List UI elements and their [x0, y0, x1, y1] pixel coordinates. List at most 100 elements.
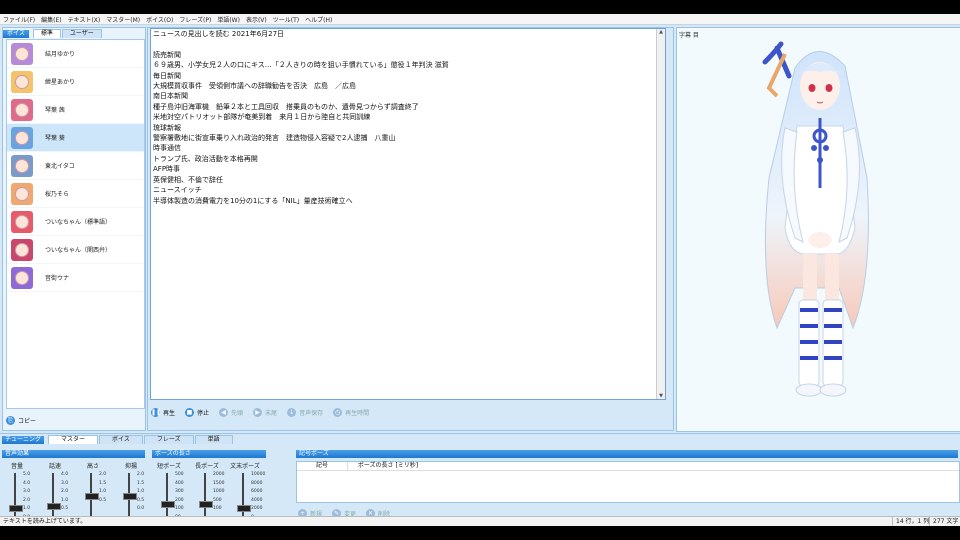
slider-tick: 6000: [251, 489, 263, 495]
menu-item-7[interactable]: 表示(V): [243, 15, 270, 24]
tab-user[interactable]: ユーザー: [61, 29, 102, 38]
play-button-4[interactable]: ↓ 音声保存: [287, 407, 323, 417]
editor-line: 読売新聞: [153, 50, 181, 59]
menu-item-1[interactable]: 編集(E): [38, 15, 64, 24]
avatar: [11, 238, 33, 261]
menu-item-5[interactable]: フレーズ(P): [176, 15, 214, 24]
slider-tick: 0.0: [137, 506, 145, 512]
slider-tick: 1000: [213, 489, 225, 495]
slider-5[interactable]: 長ポーズ 2000 1500 1000 500 100: [192, 461, 224, 519]
text-editor[interactable]: ▲ ▼ ニュースの見出しを読む 2021年6月27日 読売新聞 ６９歳男、小学女児…: [150, 28, 666, 400]
voice-name: 桜乃そら: [45, 191, 70, 198]
cursor-position: 14 行，1 列: [892, 517, 929, 526]
tab-voice[interactable]: ボイス: [99, 435, 143, 444]
slider-thumb[interactable]: [237, 505, 251, 512]
slider-tick: 1.5: [137, 480, 145, 486]
play-button-5[interactable]: ◷ 再生時間: [333, 407, 369, 417]
symbol-pause-columns: 記号 ポーズの長さ [ミリ秒]: [297, 462, 959, 471]
menu-item-8[interactable]: ツール(T): [270, 15, 302, 24]
voice-item[interactable]: 紲星あかり: [7, 68, 144, 96]
voice-item[interactable]: 音街ウナ: [7, 264, 144, 292]
avatar-face: [15, 214, 29, 229]
clock-icon: ◷: [333, 407, 343, 417]
slider-6[interactable]: 文末ポーズ1000080006000400020000: [230, 461, 265, 520]
slider-ticks: 1000080006000400020000: [251, 471, 265, 523]
slider-3[interactable]: 抑揚 2.0 1.5 1.0 0.5 0.0: [116, 461, 148, 519]
menu-item-4[interactable]: ボイス(O): [143, 15, 176, 24]
slider-tick: 500: [213, 497, 222, 503]
symbol-pause-table[interactable]: 記号 ポーズの長さ [ミリ秒]: [296, 461, 960, 503]
voice-item[interactable]: ついなちゃん（標準語）: [7, 208, 144, 236]
menu-item-2[interactable]: テキスト(X): [65, 15, 104, 24]
voice-item[interactable]: 琴葉 茜: [7, 96, 144, 124]
scroll-down-icon[interactable]: ▼: [658, 393, 664, 399]
slider-thumb[interactable]: [123, 493, 137, 500]
slider-1[interactable]: 話速 4.0 3.0 2.0 1.0 0.5: [40, 461, 72, 519]
tab-phrase[interactable]: フレーズ: [143, 435, 194, 444]
character-toolbar[interactable]: 字幕 目: [679, 30, 699, 39]
stop-icon: ■: [185, 407, 195, 417]
voice-name: ついなちゃん（関西弁）: [45, 247, 112, 254]
voice-name: 東北イタコ: [45, 163, 75, 170]
slider-tick: 3.0: [23, 489, 31, 495]
app-window: ファイル(F) 編集(E) テキスト(X) マスター(M) ボイス(O) フレーズ(P) 単…: [0, 14, 960, 526]
scroll-up-icon[interactable]: ▲: [658, 29, 664, 35]
slider-tick: 0.5: [61, 506, 69, 512]
voice-item[interactable]: 結月ゆかり: [7, 40, 144, 68]
slider-tick: 0.5: [137, 497, 145, 503]
play-button-1[interactable]: ■ 停止: [185, 407, 210, 417]
pause-icon: ❚❚: [151, 407, 162, 417]
slider-4[interactable]: 短ポーズ50040030020010080: [154, 461, 186, 520]
slider-thumb[interactable]: [85, 493, 99, 500]
voice-item[interactable]: 琴葉 葵: [7, 124, 144, 152]
editor-line: ニュースの見出しを読む 2021年6月27日: [153, 30, 285, 38]
avatar-face: [15, 46, 29, 61]
slider-tick: 1.0: [99, 489, 107, 495]
tuning-panel: チューニング マスター ボイス フレーズ 単語 音声効果 ポーズの長さ 音量 5.…: [0, 433, 960, 520]
voice-item[interactable]: 東北イタコ: [7, 152, 144, 180]
slider-ticks: 2.0 1.5 1.0 0.5: [99, 471, 106, 505]
tab-master[interactable]: マスター: [48, 435, 99, 444]
slider-label: 高さ: [86, 463, 99, 470]
voice-name: 琴葉 葵: [45, 135, 65, 142]
play-button-0[interactable]: ❚❚ 再生: [151, 407, 175, 417]
voice-item[interactable]: ついなちゃん（関西弁）: [7, 236, 144, 264]
voice-name: 結月ゆかり: [45, 51, 76, 58]
menu-item-9[interactable]: ヘルプ(H): [302, 15, 335, 24]
editor-line: 警察署敷地に街宣車乗り入れ政治的発言 建造物侵入容疑で2人逮捕 八重山: [153, 134, 396, 143]
play-button-2[interactable]: ◀ 先頭: [219, 407, 243, 417]
avatar-face: [15, 242, 29, 257]
slider-label: 長ポーズ: [195, 463, 219, 470]
slider-2[interactable]: 高さ 2.0 1.5 1.0 0.5: [78, 461, 110, 519]
slider-0[interactable]: 音量5.04.03.02.01.00.0: [2, 461, 34, 520]
voice-item[interactable]: 桜乃そら: [7, 180, 144, 208]
tab-word[interactable]: 単語: [194, 435, 233, 444]
skip-forward-icon: ▶: [253, 407, 263, 417]
menu-item-6[interactable]: 単語(W): [214, 15, 243, 24]
copy-button[interactable]: ⎘ コピー: [6, 416, 36, 425]
editor-scrollbar[interactable]: ▲ ▼: [656, 29, 665, 399]
slider-tick: 200: [175, 497, 184, 503]
tab-standard[interactable]: 標準: [32, 29, 61, 38]
avatar-face: [15, 270, 29, 285]
play-button-label: 停止: [197, 409, 210, 417]
play-button-3[interactable]: ▶ 末尾: [253, 407, 277, 417]
symbol-pause-header: 記号ポーズ: [296, 450, 958, 458]
menu-item-0[interactable]: ファイル(F): [0, 15, 38, 24]
slider-thumb[interactable]: [47, 503, 61, 510]
slider-label: 抑揚: [124, 463, 137, 470]
menu-item-3[interactable]: マスター(M): [103, 15, 143, 24]
slider-tick: 500: [175, 472, 184, 477]
slider-track[interactable]: [204, 473, 206, 517]
slider-tick: 4.0: [23, 480, 31, 486]
avatar: [11, 182, 33, 205]
slider-track[interactable]: [52, 473, 54, 517]
slider-thumb[interactable]: [161, 501, 175, 508]
status-message: テキストを読み上げています。: [3, 518, 87, 525]
slider-tick: 300: [175, 489, 184, 495]
slider-thumb[interactable]: [199, 501, 213, 508]
slider-track[interactable]: [166, 473, 168, 517]
slider-thumb[interactable]: [9, 505, 23, 512]
avatar-face: [15, 102, 29, 117]
playback-toolbar: ❚❚ 再生 ■ 停止 ◀ 先頭 ▶ 末尾 ↓ 音声保存 ◷ 再生時間: [151, 401, 671, 423]
